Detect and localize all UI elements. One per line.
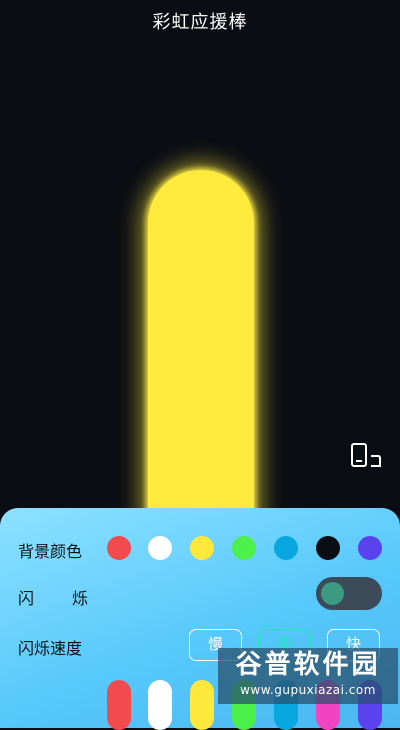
watermark: 谷普软件园 www.gupuxiazai.com: [218, 648, 398, 704]
color-swatch[interactable]: [232, 536, 256, 560]
color-swatch[interactable]: [274, 536, 298, 560]
color-swatch[interactable]: [316, 536, 340, 560]
flash-label: 闪烁: [18, 589, 89, 608]
stick-color-option[interactable]: [148, 680, 172, 730]
stick-color-option[interactable]: [107, 680, 131, 730]
color-swatch[interactable]: [148, 536, 172, 560]
app-title: 彩虹应援棒: [152, 12, 248, 33]
toggle-knob: [321, 582, 344, 605]
color-swatch[interactable]: [358, 536, 382, 560]
stick-color-option[interactable]: [190, 680, 214, 730]
flash-speed-label: 闪烁速度: [18, 639, 83, 658]
rotate-screen-icon[interactable]: [350, 442, 384, 470]
color-swatch[interactable]: [107, 536, 131, 560]
flash-toggle[interactable]: [316, 577, 382, 610]
background-color-label: 背景颜色: [18, 542, 83, 561]
color-swatch[interactable]: [190, 536, 214, 560]
